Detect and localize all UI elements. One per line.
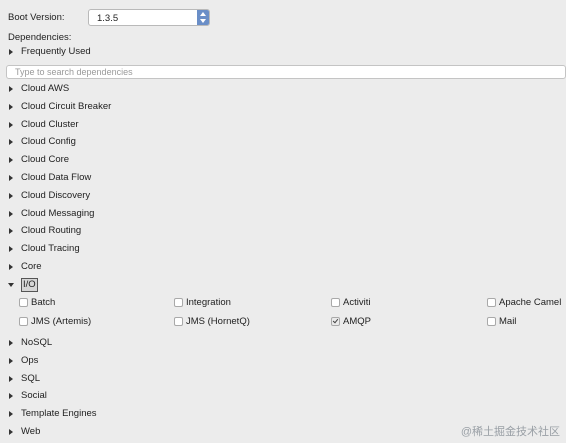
search-input[interactable]: Type to search dependencies (6, 65, 566, 79)
checkbox-amqp[interactable] (331, 317, 340, 326)
disclosure-triangle-icon[interactable] (9, 375, 13, 382)
disclosure-triangle-icon[interactable] (9, 103, 13, 110)
category-label: Cloud Cluster (21, 118, 79, 130)
checkbox-mail[interactable] (487, 317, 496, 326)
category-sql[interactable]: SQL (0, 372, 566, 386)
disclosure-triangle-icon[interactable] (9, 121, 13, 128)
category-cloud-tracing[interactable]: Cloud Tracing (0, 242, 566, 256)
category-cloud-routing[interactable]: Cloud Routing (0, 224, 566, 238)
disclosure-triangle-icon[interactable] (9, 157, 13, 164)
category-label: Cloud Routing (21, 225, 82, 237)
checkbox-batch[interactable] (19, 298, 28, 307)
category-label: Cloud Circuit Breaker (21, 100, 112, 112)
category-label: Cloud Config (21, 136, 76, 148)
category-label: NoSQL (21, 337, 53, 348)
watermark: @稀土掘金技术社区 (460, 426, 560, 438)
category-label: Template Engines (21, 408, 97, 420)
category-label: I/O (21, 278, 38, 292)
checkbox-label[interactable]: JMS (HornetQ) (186, 316, 250, 328)
disclosure-triangle-icon[interactable] (9, 246, 13, 253)
category-cloud-config[interactable]: Cloud Config (0, 135, 566, 149)
boot-version-value: 1.3.5 (97, 13, 119, 24)
disclosure-triangle-icon[interactable] (9, 192, 13, 199)
category-frequently-used[interactable]: Frequently Used (0, 45, 566, 59)
disclosure-triangle-icon[interactable] (9, 175, 13, 181)
category-cloud-discovery[interactable]: Cloud Discovery (0, 189, 566, 203)
checkbox-jms-artemis-[interactable] (19, 317, 28, 326)
category-label: Cloud Messaging (21, 207, 95, 219)
select-stepper-icon[interactable] (197, 10, 209, 25)
category-cloud-core[interactable]: Cloud Core (0, 153, 566, 167)
disclosure-triangle-icon[interactable] (9, 49, 13, 55)
category-label: SQL (21, 372, 41, 384)
disclosure-triangle-icon[interactable] (9, 264, 13, 270)
category-label: Cloud AWS (21, 83, 70, 94)
category-label: Cloud Tracing (21, 243, 80, 255)
disclosure-triangle-icon[interactable] (9, 210, 13, 217)
checkbox-label[interactable]: Integration (186, 297, 231, 309)
boot-version-label: Boot Version: (8, 12, 65, 23)
checkbox-label[interactable]: Activiti (343, 297, 370, 309)
disclosure-triangle-icon[interactable] (9, 411, 13, 418)
category-label: Cloud Data Flow (21, 172, 92, 183)
category-label: Cloud Discovery (21, 189, 91, 201)
checkbox-jms-hornetq-[interactable] (174, 317, 183, 326)
category-cloud-cluster[interactable]: Cloud Cluster (0, 118, 566, 132)
category-social[interactable]: Social (0, 389, 566, 403)
category-template-engines[interactable]: Template Engines (0, 407, 566, 421)
checkbox-label[interactable]: AMQP (343, 316, 371, 328)
disclosure-triangle-icon[interactable] (9, 340, 13, 346)
checkbox-activiti[interactable] (331, 298, 340, 307)
disclosure-triangle-icon[interactable] (9, 393, 13, 400)
category-nosql[interactable]: NoSQL (0, 336, 566, 350)
checkbox-integration[interactable] (174, 298, 183, 307)
checkbox-label[interactable]: Batch (31, 297, 55, 309)
disclosure-triangle-icon[interactable] (9, 429, 13, 435)
disclosure-triangle-icon[interactable] (9, 139, 13, 146)
checkbox-label[interactable]: Mail (499, 316, 516, 328)
category-cloud-data-flow[interactable]: Cloud Data Flow (0, 171, 566, 185)
category-ops[interactable]: Ops (0, 354, 566, 368)
category-label: Web (21, 426, 41, 437)
category-cloud-aws[interactable]: Cloud AWS (0, 82, 566, 96)
checkbox-label[interactable]: JMS (Artemis) (31, 316, 91, 328)
disclosure-triangle-icon[interactable] (9, 228, 13, 235)
category-label: Social (21, 390, 47, 402)
disclosure-triangle-expanded-icon[interactable] (8, 283, 14, 287)
boot-version-select[interactable]: 1.3.5 (88, 9, 210, 26)
category-label: Core (21, 261, 42, 272)
checkbox-apache-camel[interactable] (487, 298, 496, 307)
category-label: Cloud Core (21, 154, 70, 166)
category-label: Ops (21, 354, 39, 366)
category-io[interactable]: I/O (0, 278, 566, 292)
category-label: Frequently Used (21, 46, 91, 57)
dependencies-label: Dependencies: (8, 32, 72, 43)
disclosure-triangle-icon[interactable] (9, 357, 13, 364)
disclosure-triangle-icon[interactable] (9, 86, 13, 92)
category-cloud-messaging[interactable]: Cloud Messaging (0, 207, 566, 221)
category-cloud-circuit-breaker[interactable]: Cloud Circuit Breaker (0, 100, 566, 114)
checkbox-label[interactable]: Apache Camel (499, 297, 561, 309)
category-core[interactable]: Core (0, 260, 566, 274)
